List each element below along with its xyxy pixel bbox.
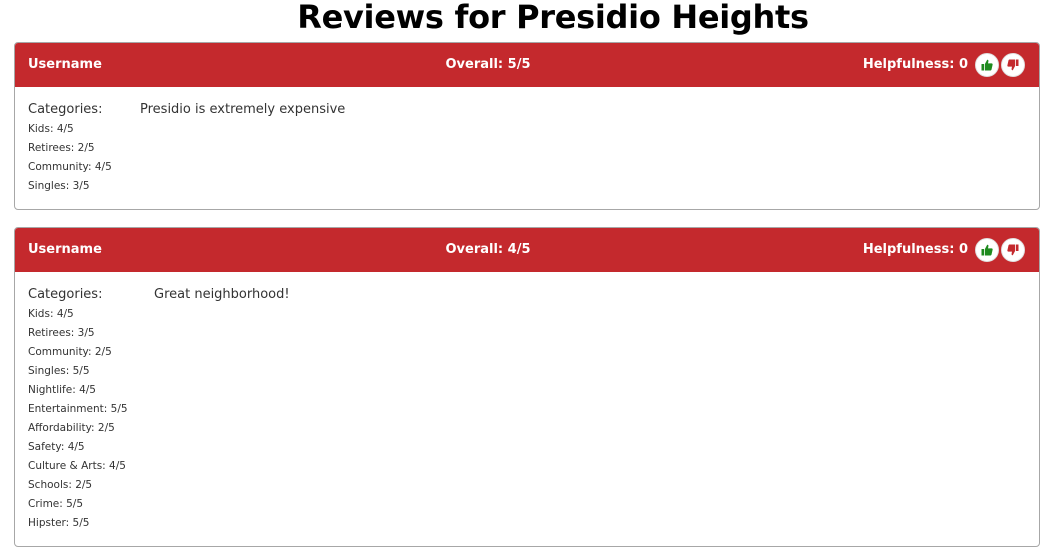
category-rating: Community: 4/5 [28, 161, 112, 173]
page-title: Reviews for Presidio Heights [297, 0, 809, 36]
review-header: Username Overall: 4/5 Helpfulness: 0 [15, 228, 1039, 272]
review-body: Categories: Kids: 4/5 Retirees: 3/5 Comm… [15, 272, 1039, 529]
category-rating: Culture & Arts: 4/5 [28, 460, 126, 472]
review-header: Username Overall: 5/5 Helpfulness: 0 [15, 43, 1039, 87]
review-card: Username Overall: 5/5 Helpfulness: 0 Cat… [14, 42, 1040, 210]
categories-heading: Categories: [28, 287, 103, 302]
category-rating: Affordability: 2/5 [28, 422, 115, 434]
categories-list: Categories: Kids: 4/5 Retirees: 2/5 Comm… [28, 101, 112, 196]
category-rating: Community: 2/5 [28, 346, 112, 358]
review-text: Great neighborhood! [154, 287, 290, 302]
thumbs-down-icon [1007, 244, 1019, 256]
category-rating: Retirees: 3/5 [28, 327, 95, 339]
category-rating: Entertainment: 5/5 [28, 403, 128, 415]
thumbs-down-icon [1007, 59, 1019, 71]
category-rating: Kids: 4/5 [28, 123, 74, 135]
upvote-button[interactable] [975, 238, 999, 262]
review-text: Presidio is extremely expensive [140, 102, 346, 117]
downvote-button[interactable] [1001, 238, 1025, 262]
category-rating: Singles: 3/5 [28, 180, 90, 192]
helpfulness-count: Helpfulness: 0 [862, 242, 968, 257]
category-rating: Crime: 5/5 [28, 498, 84, 510]
upvote-button[interactable] [975, 53, 999, 77]
thumbs-up-icon [981, 59, 993, 71]
category-rating: Safety: 4/5 [28, 441, 85, 453]
review-card: Username Overall: 4/5 Helpfulness: 0 Cat… [14, 227, 1040, 547]
review-overall-rating: Overall: 5/5 [445, 57, 531, 72]
category-rating: Hipster: 5/5 [28, 517, 90, 529]
category-rating: Kids: 4/5 [28, 308, 74, 320]
helpfulness-count: Helpfulness: 0 [862, 57, 968, 72]
review-body: Categories: Kids: 4/5 Retirees: 2/5 Comm… [15, 87, 1039, 192]
categories-heading: Categories: [28, 102, 103, 117]
category-rating: Singles: 5/5 [28, 365, 90, 377]
thumbs-up-icon [981, 244, 993, 256]
category-rating: Retirees: 2/5 [28, 142, 95, 154]
category-rating: Nightlife: 4/5 [28, 384, 96, 396]
review-overall-rating: Overall: 4/5 [445, 242, 531, 257]
helpfulness-controls: Helpfulness: 0 [863, 53, 1025, 77]
category-rating: Schools: 2/5 [28, 479, 93, 491]
downvote-button[interactable] [1001, 53, 1025, 77]
categories-list: Categories: Kids: 4/5 Retirees: 3/5 Comm… [28, 286, 128, 533]
helpfulness-controls: Helpfulness: 0 [863, 238, 1025, 262]
